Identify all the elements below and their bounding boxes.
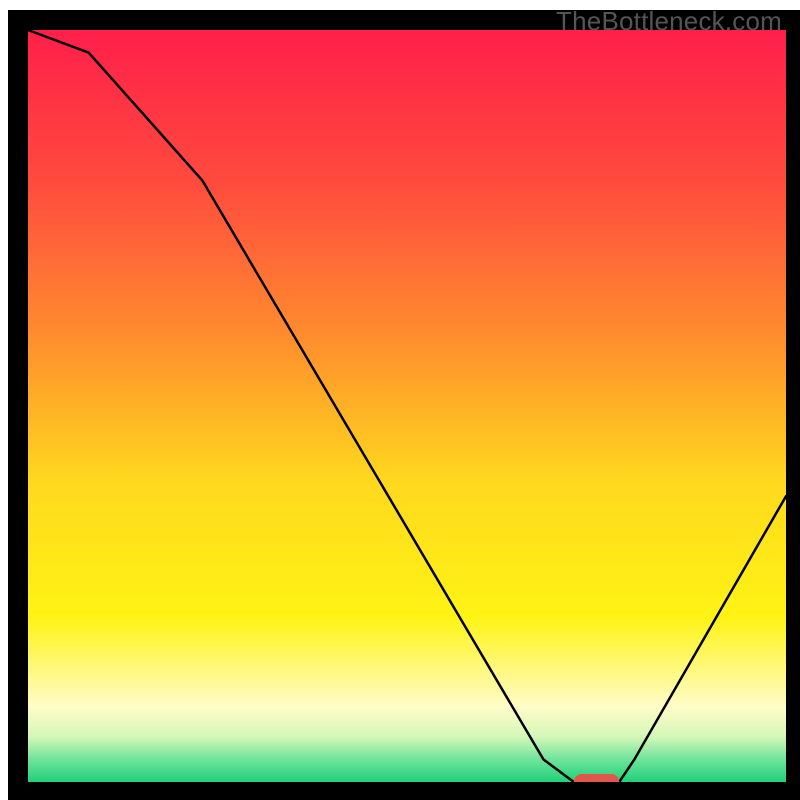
- plot-group: [18, 20, 796, 792]
- watermark-label: TheBottleneck.com: [556, 6, 782, 37]
- chart-svg: [0, 0, 800, 800]
- chart-container: TheBottleneck.com: [0, 0, 800, 800]
- plot-background: [28, 30, 786, 782]
